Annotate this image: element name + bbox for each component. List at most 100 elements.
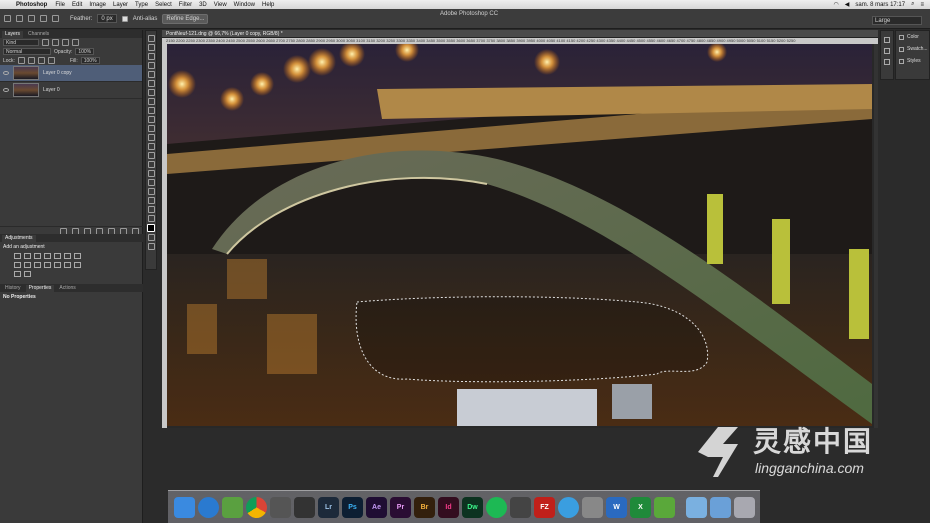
refine-edge-button[interactable]: Refine Edge... <box>162 13 209 24</box>
dock-chrome[interactable] <box>246 496 267 518</box>
blur-tool-icon[interactable] <box>147 143 155 150</box>
stamp-tool-icon[interactable] <box>147 107 155 114</box>
tab-layers[interactable]: Layers <box>2 31 24 38</box>
subtract-selection-icon[interactable] <box>40 15 47 22</box>
layer-row[interactable]: Layer 0 <box>0 82 142 99</box>
blend-mode-select[interactable]: Normal <box>3 48 51 55</box>
dock-itunes[interactable] <box>558 496 579 518</box>
menu-3d[interactable]: 3D <box>199 2 207 8</box>
eye-icon[interactable] <box>3 88 9 92</box>
menu-view[interactable]: View <box>214 2 227 8</box>
menu-filter[interactable]: Filter <box>179 2 192 8</box>
intersect-selection-icon[interactable] <box>52 15 59 22</box>
posterize-icon[interactable] <box>64 262 71 268</box>
dock-excel[interactable]: X <box>630 496 651 518</box>
lasso-selection[interactable] <box>355 296 709 383</box>
layer-name[interactable]: Layer 0 <box>43 87 60 93</box>
history-icon[interactable] <box>884 37 890 43</box>
spotlight-icon[interactable]: ⌕ <box>911 1 914 8</box>
vertical-scrollbar[interactable] <box>874 44 878 428</box>
brush-tool-icon[interactable] <box>147 98 155 105</box>
new-selection-icon[interactable] <box>16 15 23 22</box>
antialias-checkbox[interactable] <box>121 15 128 22</box>
panel-color[interactable]: Color <box>896 31 929 43</box>
tab-adjustments[interactable]: Adjustments <box>2 235 36 242</box>
kind-select[interactable]: Kind <box>3 39 39 46</box>
hue-icon[interactable] <box>64 253 71 259</box>
volume-icon[interactable]: ◀ <box>845 1 850 8</box>
dock-dreamweaver[interactable]: Dw <box>462 496 483 518</box>
lock-brush-icon[interactable] <box>27 57 35 64</box>
filter-adjust-icon[interactable] <box>52 39 59 46</box>
crop-tool-icon[interactable] <box>147 71 155 78</box>
dock-lightroom[interactable]: Lr <box>318 496 339 518</box>
shape-tool-icon[interactable] <box>147 188 155 195</box>
selective-color-icon[interactable] <box>24 271 31 277</box>
layer-name[interactable]: Layer 0 copy <box>43 70 72 76</box>
screen-mode-icon[interactable] <box>147 243 155 250</box>
feather-input[interactable]: 0 px <box>97 14 117 23</box>
menu-type[interactable]: Type <box>135 2 148 8</box>
dock-evernote[interactable] <box>654 496 675 518</box>
tab-properties[interactable]: Properties <box>25 285 55 292</box>
type-panel-icon[interactable] <box>884 48 890 54</box>
lock-all-icon[interactable] <box>47 57 55 64</box>
tab-actions[interactable]: Actions <box>56 285 78 292</box>
bw-icon[interactable] <box>14 262 21 268</box>
filter-type-icon[interactable] <box>62 39 69 46</box>
dodge-tool-icon[interactable] <box>147 152 155 159</box>
dock-mail[interactable] <box>222 496 243 518</box>
quick-mask-icon[interactable] <box>147 234 155 241</box>
eyedropper-tool-icon[interactable] <box>147 80 155 87</box>
exposure-icon[interactable] <box>44 253 51 259</box>
menu-image[interactable]: Image <box>89 2 106 8</box>
filter-pixel-icon[interactable] <box>42 39 49 46</box>
dock-premiere[interactable]: Pr <box>390 496 411 518</box>
lookup-icon[interactable] <box>44 262 51 268</box>
fill-input[interactable]: 100% <box>80 57 100 64</box>
dock-spotify[interactable] <box>486 496 507 518</box>
document-tab-title[interactable]: PontNeuf-121.dng @ 66,7% (Layer 0 copy, … <box>166 31 283 37</box>
dock-preview[interactable] <box>270 496 291 518</box>
menu-help[interactable]: Help <box>262 2 274 8</box>
lasso-tool-icon[interactable] <box>4 15 11 22</box>
tab-channels[interactable]: Channels <box>25 31 52 38</box>
zoom-tool-icon[interactable] <box>147 206 155 213</box>
dock-indesign[interactable]: Id <box>438 496 459 518</box>
menu-window[interactable]: Window <box>234 2 255 8</box>
dock-trash[interactable] <box>734 496 755 518</box>
history-brush-icon[interactable] <box>147 116 155 123</box>
dock-photoshop[interactable]: Ps <box>342 496 363 518</box>
lasso-tool-icon[interactable] <box>147 53 155 60</box>
eye-icon[interactable] <box>3 71 9 75</box>
vibrance-icon[interactable] <box>54 253 61 259</box>
app-menu[interactable]: Photoshop <box>16 2 47 8</box>
pen-tool-icon[interactable] <box>147 161 155 168</box>
menu-edit[interactable]: Edit <box>72 2 82 8</box>
wifi-icon[interactable]: ◠ <box>834 1 839 8</box>
dock-downloads[interactable] <box>710 496 731 518</box>
gradient-map-icon[interactable] <box>14 271 21 277</box>
path-select-icon[interactable] <box>147 179 155 186</box>
menu-layer[interactable]: Layer <box>113 2 128 8</box>
canvas-image[interactable] <box>167 38 872 426</box>
mixer-icon[interactable] <box>34 262 41 268</box>
workspace-select[interactable]: Large <box>872 16 922 25</box>
paragraph-icon[interactable] <box>884 59 890 65</box>
marquee-tool-icon[interactable] <box>147 44 155 51</box>
layer-row[interactable]: Layer 0 copy <box>0 65 142 82</box>
dock-word[interactable]: W <box>606 496 627 518</box>
dock-filezilla[interactable]: FZ <box>534 496 555 518</box>
eraser-tool-icon[interactable] <box>147 125 155 132</box>
healing-tool-icon[interactable] <box>147 89 155 96</box>
menu-select[interactable]: Select <box>155 2 172 8</box>
brightness-icon[interactable] <box>14 253 21 259</box>
dock-clapper[interactable] <box>510 496 531 518</box>
levels-icon[interactable] <box>24 253 31 259</box>
filter-shape-icon[interactable] <box>72 39 79 46</box>
dock-safari[interactable] <box>198 496 219 518</box>
move-tool-icon[interactable] <box>147 35 155 42</box>
gradient-tool-icon[interactable] <box>147 134 155 141</box>
panel-swatches[interactable]: Swatch... <box>896 43 929 55</box>
type-tool-icon[interactable] <box>147 170 155 177</box>
